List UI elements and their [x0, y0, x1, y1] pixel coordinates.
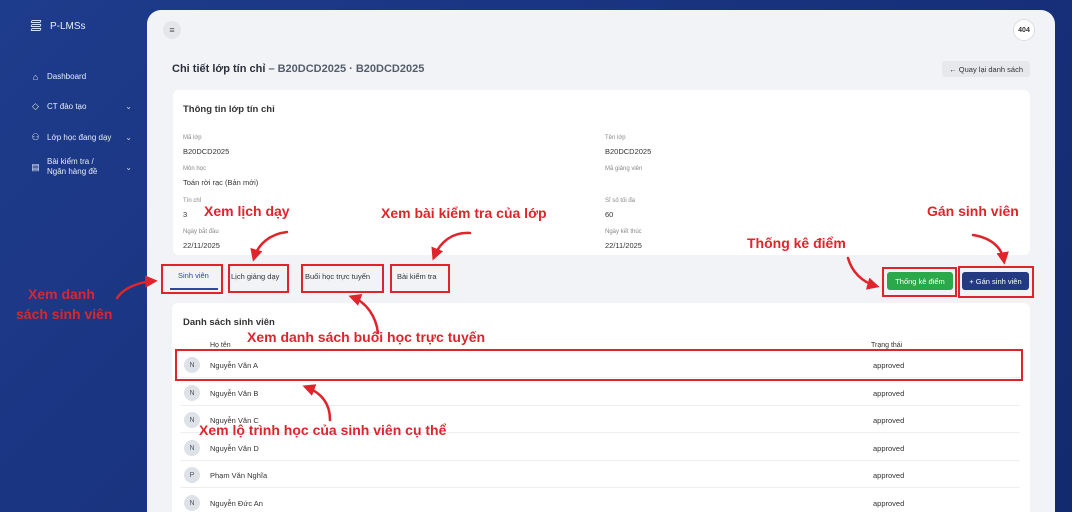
field-value: 22/11/2025	[605, 241, 642, 250]
annotation-assign: Gán sinh viên	[927, 203, 1019, 219]
sidebar-item-label: CT đào tạo	[47, 102, 87, 111]
menu-toggle-button[interactable]: ≡	[163, 21, 181, 39]
logo-icon	[30, 20, 42, 32]
home-icon: ⌂	[32, 71, 39, 82]
student-status: approved	[873, 471, 905, 480]
users-icon: ⚇	[31, 132, 40, 142]
field-value: Toán rời rạc (Bản mới)	[183, 178, 259, 187]
chevron-down-icon: ⌄	[125, 133, 132, 142]
student-name: Nguyễn Văn D	[210, 444, 259, 453]
table-row[interactable]: N Nguyễn Đức An approved	[180, 489, 1020, 512]
student-name: Phạm Văn Nghĩa	[210, 471, 268, 480]
annotation-students-line2: sách sinh viên	[16, 306, 113, 322]
highlight-assign-button	[958, 266, 1034, 298]
highlight-stats-button	[882, 267, 957, 297]
annotation-roadmap: Xem lộ trình học của sinh viên cụ thể	[199, 422, 447, 438]
student-status: approved	[873, 389, 905, 398]
avatar: P	[184, 467, 200, 483]
table-row[interactable]: N Nguyễn Văn D approved	[180, 434, 1020, 461]
avatar: N	[184, 440, 200, 456]
highlight-tab-students	[161, 264, 223, 294]
user-avatar[interactable]: 404	[1013, 19, 1035, 41]
field-label: Môn học	[183, 166, 207, 172]
student-list-title: Danh sách sinh viên	[183, 317, 275, 328]
highlight-tab-exams	[390, 264, 450, 293]
highlight-tab-schedule	[228, 264, 289, 293]
back-button[interactable]: ← Quay lại danh sách	[942, 61, 1030, 77]
annotation-students-line1: Xem danh	[28, 286, 95, 302]
field-value: B20DCD2025	[183, 147, 230, 156]
field-value: B20DCD2025	[605, 147, 652, 156]
column-header-name: Họ tên	[210, 342, 231, 349]
highlight-student-row	[175, 349, 1023, 381]
sidebar-item-label: Lớp học đang dạy	[47, 133, 112, 142]
field-value: 22/11/2025	[183, 241, 220, 250]
brand[interactable]: P-LMSs	[30, 20, 86, 32]
field-label: Mã lớp	[183, 135, 202, 141]
info-card-title: Thông tin lớp tín chỉ	[183, 104, 275, 115]
page-title: Chi tiết lớp tín chỉ – B20DCD2025 · B20D…	[172, 63, 424, 75]
page-title-text: Chi tiết lớp tín chỉ	[172, 63, 266, 75]
highlight-tab-online	[301, 264, 384, 293]
field-label: Ngày kết thúc	[605, 229, 642, 235]
info-card: Thông tin lớp tín chỉ Mã lớp B20DCD2025 …	[173, 90, 1030, 255]
field-label: Ngày bắt đầu	[183, 229, 219, 235]
graduation-cap-icon: ◇	[32, 101, 39, 111]
avatar: N	[184, 385, 200, 401]
field-value: 3	[183, 210, 188, 219]
chevron-down-icon: ⌄	[125, 163, 132, 172]
sidebar-item-training[interactable]: ◇ CT đào tạo ⌄	[30, 101, 132, 112]
student-name: Nguyễn Văn B	[210, 389, 259, 398]
avatar-text: 404	[1018, 26, 1030, 34]
annotation-schedule: Xem lịch dạy	[204, 203, 290, 219]
annotation-stats: Thống kê điểm	[747, 235, 846, 251]
field-label: Tín chỉ	[183, 198, 202, 204]
student-status: approved	[873, 444, 905, 453]
label-line: Ngân hàng đề	[47, 167, 98, 176]
avatar: N	[184, 412, 200, 428]
sidebar-item-dashboard[interactable]: ⌂ Dashboard	[30, 71, 130, 82]
table-row[interactable]: N Nguyễn Văn B approved	[180, 379, 1020, 406]
annotation-online: Xem danh sách buổi học trực tuyến	[247, 329, 486, 345]
sidebar-item-label: Dashboard	[47, 72, 87, 81]
sidebar-item-label: Bài kiểm tra / Ngân hàng đề	[47, 157, 97, 177]
column-header-status: Trạng thái	[871, 342, 903, 349]
avatar: N	[184, 495, 200, 511]
brand-name: P-LMSs	[50, 20, 86, 32]
sidebar-item-exams[interactable]: ▤ Bài kiểm tra / Ngân hàng đề ⌄	[30, 157, 132, 177]
chevron-down-icon: ⌄	[125, 102, 132, 111]
sidebar: P-LMSs ⌂ Dashboard ◇ CT đào tạo ⌄ ⚇ Lớp …	[0, 0, 145, 512]
student-name: Nguyễn Đức An	[210, 499, 263, 508]
hamburger-icon: ≡	[169, 25, 175, 35]
table-row[interactable]: P Phạm Văn Nghĩa approved	[180, 461, 1020, 488]
field-value: 60	[605, 210, 614, 219]
student-status: approved	[873, 499, 905, 508]
document-icon: ▤	[31, 161, 40, 172]
field-label: Tên lớp	[605, 135, 626, 141]
field-label: Sĩ số tối đa	[605, 198, 636, 204]
label-line: Bài kiểm tra /	[47, 157, 94, 166]
annotation-exams: Xem bài kiểm tra của lớp	[381, 205, 547, 221]
sidebar-item-classes[interactable]: ⚇ Lớp học đang dạy ⌄	[30, 132, 132, 143]
student-status: approved	[873, 416, 905, 425]
field-label: Mã giảng viên	[605, 166, 643, 172]
page-subtitle: – B20DCD2025 · B20DCD2025	[268, 63, 425, 75]
